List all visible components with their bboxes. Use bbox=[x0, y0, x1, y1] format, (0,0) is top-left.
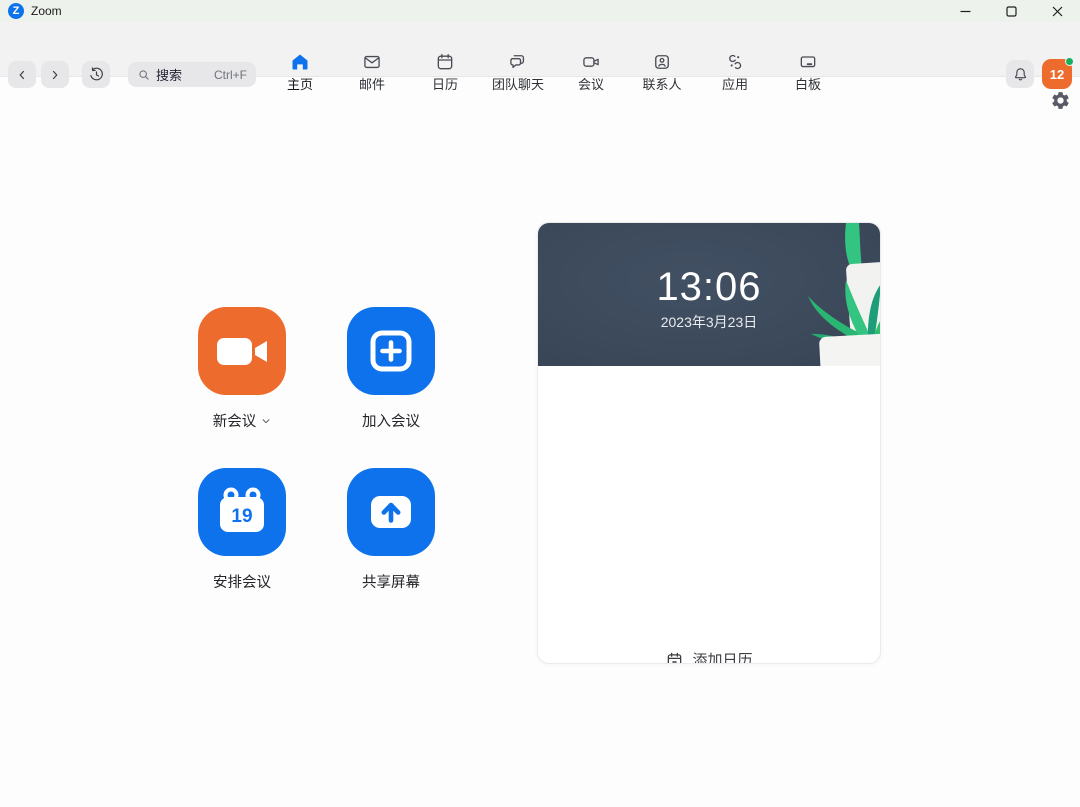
calendar-19-icon: 19 bbox=[198, 468, 286, 556]
maximize-button[interactable] bbox=[988, 0, 1034, 22]
schedule-meeting-icon: 19 bbox=[198, 468, 286, 556]
titlebar-left: Z Zoom bbox=[0, 3, 62, 19]
zoom-window: Z Zoom bbox=[0, 0, 1080, 807]
app-title: Zoom bbox=[31, 4, 62, 18]
tab-label: 邮件 bbox=[359, 74, 385, 93]
tab-whiteboard[interactable]: 白板 bbox=[776, 52, 840, 94]
search-shortcut: Ctrl+F bbox=[214, 68, 247, 82]
toolbar: 搜索 Ctrl+F 主页 邮件 日历 bbox=[0, 22, 1080, 77]
action-label: 共享屏幕 bbox=[362, 571, 420, 592]
gear-icon bbox=[1050, 90, 1071, 111]
tab-label: 团队聊天 bbox=[492, 74, 544, 93]
tab-label: 主页 bbox=[287, 74, 313, 93]
titlebar: Z Zoom bbox=[0, 0, 1080, 22]
share-screen-icon bbox=[347, 468, 435, 556]
action-label: 安排会议 bbox=[213, 571, 271, 592]
minimize-icon bbox=[960, 6, 971, 17]
tab-label: 白板 bbox=[795, 74, 821, 93]
minimize-button[interactable] bbox=[942, 0, 988, 22]
action-label: 加入会议 bbox=[362, 410, 420, 431]
add-calendar-button[interactable]: 添加日历 bbox=[665, 649, 752, 664]
add-calendar-icon bbox=[665, 651, 683, 665]
clock-header: 13:06 2023年3月23日 bbox=[538, 223, 880, 366]
home-icon bbox=[290, 52, 310, 72]
tab-meetings[interactable]: 会议 bbox=[559, 52, 623, 94]
settings-button[interactable] bbox=[1050, 90, 1071, 111]
back-button[interactable] bbox=[8, 61, 36, 88]
chevron-down-icon[interactable] bbox=[261, 416, 271, 426]
avatar-badge: 12 bbox=[1050, 67, 1064, 82]
search-placeholder: 搜索 bbox=[156, 65, 182, 84]
history-icon bbox=[88, 66, 105, 83]
calendar-day-number: 19 bbox=[231, 506, 252, 527]
history-button[interactable] bbox=[82, 61, 110, 88]
profile-avatar[interactable]: 12 bbox=[1042, 59, 1072, 89]
up-arrow-box-icon bbox=[347, 468, 435, 556]
calendar-icon bbox=[435, 52, 455, 72]
search-input[interactable]: 搜索 Ctrl+F bbox=[128, 62, 256, 87]
meetings-icon bbox=[581, 52, 601, 72]
chevron-right-icon bbox=[48, 68, 62, 82]
bell-icon bbox=[1012, 66, 1029, 83]
share-screen-button[interactable]: 共享屏幕 bbox=[336, 468, 446, 592]
maximize-icon bbox=[1006, 6, 1017, 17]
add-calendar-label: 添加日历 bbox=[692, 649, 752, 664]
chevron-left-icon bbox=[15, 68, 29, 82]
forward-button[interactable] bbox=[41, 61, 69, 88]
plus-box-icon bbox=[347, 307, 435, 395]
clock-date: 2023年3月23日 bbox=[661, 312, 758, 332]
tab-calendar[interactable]: 日历 bbox=[413, 52, 477, 94]
tab-apps[interactable]: 应用 bbox=[703, 52, 767, 94]
plant-illustration-icon bbox=[760, 223, 880, 366]
tab-home[interactable]: 主页 bbox=[268, 52, 332, 94]
close-button[interactable] bbox=[1034, 0, 1080, 22]
meetings-panel-card: 13:06 2023年3月23日 添加日历 bbox=[537, 222, 881, 664]
team-chat-icon bbox=[508, 52, 528, 72]
schedule-meeting-button[interactable]: 19 安排会议 bbox=[187, 468, 297, 592]
contacts-icon bbox=[652, 52, 672, 72]
mail-icon bbox=[362, 52, 382, 72]
zoom-logo-icon: Z bbox=[8, 3, 24, 19]
join-meeting-icon bbox=[347, 307, 435, 395]
apps-icon bbox=[725, 52, 745, 72]
clock-time: 13:06 bbox=[656, 266, 761, 308]
tab-mail[interactable]: 邮件 bbox=[340, 52, 404, 94]
new-meeting-button[interactable]: 新会议 bbox=[187, 307, 297, 431]
tab-label: 应用 bbox=[722, 74, 748, 93]
search-icon bbox=[137, 68, 151, 82]
tab-label: 联系人 bbox=[642, 74, 681, 93]
card-body: 添加日历 bbox=[538, 366, 880, 664]
window-controls bbox=[942, 0, 1080, 22]
tab-label: 日历 bbox=[432, 74, 458, 93]
tab-team-chat[interactable]: 团队聊天 bbox=[478, 52, 558, 94]
tab-contacts[interactable]: 联系人 bbox=[626, 52, 698, 94]
tab-label: 会议 bbox=[578, 74, 604, 93]
close-icon bbox=[1052, 6, 1063, 17]
whiteboard-icon bbox=[798, 52, 818, 72]
presence-dot-icon bbox=[1065, 57, 1074, 66]
notifications-button[interactable] bbox=[1006, 60, 1034, 88]
video-camera-icon bbox=[198, 307, 286, 395]
join-meeting-button[interactable]: 加入会议 bbox=[336, 307, 446, 431]
action-label: 新会议 bbox=[213, 410, 257, 431]
new-meeting-icon bbox=[198, 307, 286, 395]
